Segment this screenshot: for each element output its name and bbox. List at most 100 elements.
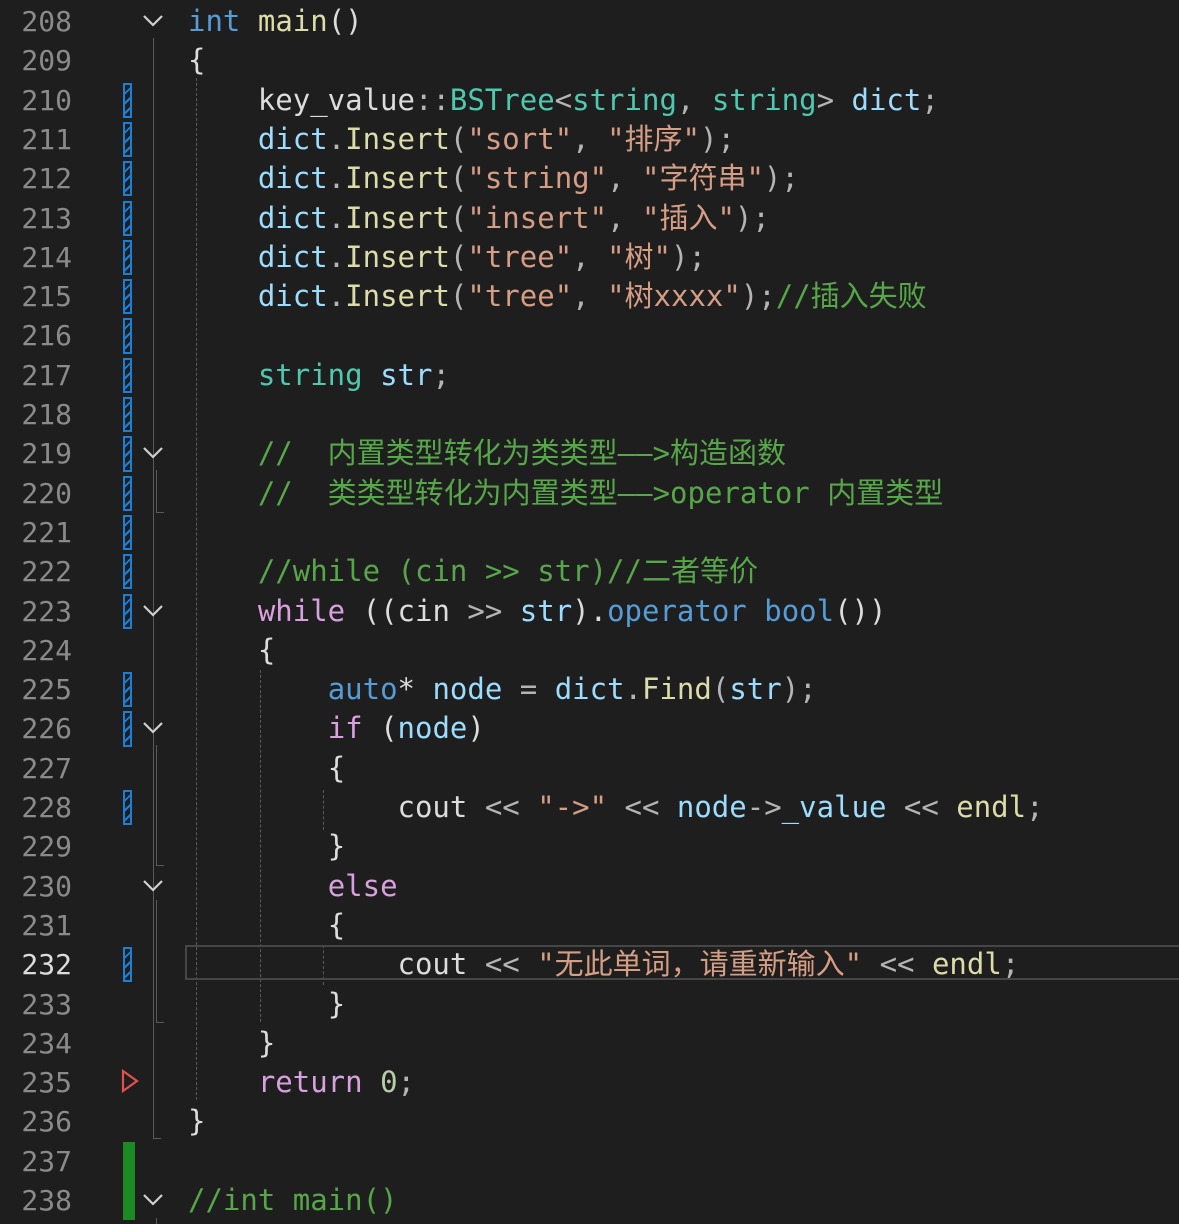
chevron-down-icon[interactable]	[140, 5, 166, 38]
code-line[interactable]: 235 return 0;	[0, 1063, 1179, 1102]
keyword-token: auto	[327, 672, 398, 707]
code-line[interactable]: 217 string str;	[0, 356, 1179, 395]
code-line[interactable]: 218	[0, 395, 1179, 434]
code-line[interactable]: 210 key_value::BSTree<string, string> di…	[0, 81, 1179, 120]
function-token: Insert	[345, 239, 450, 274]
added-marker	[123, 1141, 135, 1181]
code-line[interactable]: 212 dict.Insert("string", "字符串");	[0, 159, 1179, 198]
type-token: string	[711, 82, 817, 117]
code-line[interactable]: 215 dict.Insert("tree", "树xxxx");//插入失败	[0, 277, 1179, 316]
variable-token: str	[729, 672, 782, 707]
chevron-down-icon[interactable]	[140, 870, 166, 903]
code-line[interactable]: 231 {	[0, 906, 1179, 945]
added-marker	[123, 1181, 135, 1221]
punct-token: )	[467, 711, 485, 746]
variable-token: node	[432, 672, 503, 707]
code-line[interactable]: 216	[0, 316, 1179, 355]
code-text: dict.Insert("tree", "树xxxx");//插入失败	[188, 277, 927, 316]
variable-token: cout	[397, 947, 468, 982]
variable-token: node	[397, 711, 468, 746]
code-line-current[interactable]: 232 cout << "无此单词，请重新输入" << endl;	[0, 945, 1179, 984]
code-line[interactable]: 236 }	[0, 1102, 1179, 1141]
code-line[interactable]: 213 dict.Insert("insert", "插入");	[0, 199, 1179, 238]
type-token: string	[572, 82, 677, 117]
code-line[interactable]: 238 //int main()	[0, 1181, 1179, 1221]
code-text: dict.Insert("string", "字符串");	[188, 159, 799, 198]
change-marker	[123, 239, 132, 276]
code-line[interactable]: 224 {	[0, 631, 1179, 670]
code-line[interactable]: 226 if (node)	[0, 709, 1179, 748]
comment-token: //while (cin >> str)//二者等价	[257, 554, 758, 589]
brace-token: {	[327, 907, 346, 942]
code-line[interactable]: 209 {	[0, 41, 1179, 80]
code-line[interactable]: 208 int main()	[0, 2, 1179, 41]
function-token: main	[257, 4, 328, 38]
line-number: 217	[21, 358, 72, 392]
punct-token: (	[449, 279, 468, 314]
string-token: "->"	[537, 790, 608, 824]
line-number: 232	[21, 948, 72, 982]
control-keyword-token: if	[327, 711, 363, 746]
line-number: 236	[21, 1105, 72, 1139]
punct-token: );	[740, 279, 776, 314]
punct-token: );	[671, 239, 706, 274]
code-line[interactable]: 222 //while (cin >> str)//二者等价	[0, 552, 1179, 591]
punct-token: .	[327, 161, 346, 196]
code-line[interactable]: 228 cout << "->" << node->_value << endl…	[0, 788, 1179, 827]
variable-token: dict	[257, 239, 328, 274]
code-editor[interactable]: 208 int main() 209 { 210 key_value::BSTr…	[0, 0, 1179, 1224]
code-line[interactable]: 227 {	[0, 749, 1179, 788]
code-line[interactable]: 225 auto* node = dict.Find(str);	[0, 670, 1179, 709]
code-line[interactable]: 237	[0, 1141, 1179, 1181]
line-number: 214	[21, 240, 72, 274]
member-token: _value	[781, 790, 887, 824]
chevron-down-icon[interactable]	[140, 595, 166, 628]
string-token: "排序"	[607, 121, 700, 156]
string-token: "insert"	[467, 200, 608, 235]
variable-token: dict	[554, 672, 625, 707]
punct-token: );	[734, 200, 770, 235]
string-token: "tree"	[467, 239, 573, 274]
code-line[interactable]: 223 while ((cin >> str).operator bool())	[0, 592, 1179, 631]
punct-token: ;	[921, 82, 939, 117]
punct-token: ,	[676, 82, 712, 117]
punct-token: >	[816, 82, 852, 117]
code-line[interactable]: 220 // 类类型转化为内置类型——>operator 内置类型	[0, 474, 1179, 513]
variable-token: cin	[397, 593, 450, 628]
line-number: 227	[21, 751, 72, 785]
code-line[interactable]: 219 // 内置类型转化为类类型——>构造函数	[0, 434, 1179, 473]
chevron-down-icon[interactable]	[140, 1184, 166, 1217]
punct-token: );	[763, 161, 799, 196]
function-token: Find	[642, 672, 712, 707]
code-text: if (node)	[188, 709, 485, 748]
code-line[interactable]: 234 }	[0, 1024, 1179, 1063]
punct-token: ,	[572, 121, 608, 156]
code-text: {	[188, 41, 205, 80]
code-line[interactable]: 214 dict.Insert("tree", "树");	[0, 238, 1179, 277]
breakpoint-outline-icon[interactable]	[120, 1068, 140, 1096]
control-keyword-token: else	[327, 868, 398, 903]
code-text: // 内置类型转化为类类型——>构造函数	[188, 434, 786, 473]
change-marker	[123, 593, 132, 629]
code-line[interactable]: 229 }	[0, 827, 1179, 866]
line-number: 208	[21, 5, 72, 38]
punct-token: .	[624, 672, 642, 707]
chevron-down-icon[interactable]	[140, 712, 166, 745]
chevron-down-icon[interactable]	[140, 437, 166, 470]
punct-token: (	[711, 672, 730, 707]
code-text: auto* node = dict.Find(str);	[188, 670, 817, 709]
punct-token: .	[327, 239, 346, 274]
type-token: string	[257, 357, 363, 392]
code-line[interactable]: 211 dict.Insert("sort", "排序");	[0, 120, 1179, 159]
code-line[interactable]: 221	[0, 513, 1179, 552]
code-line[interactable]: 233 }	[0, 985, 1179, 1024]
brace-token: {	[257, 632, 276, 667]
punct-token: (	[449, 200, 468, 235]
string-token: "插入"	[642, 200, 735, 235]
punct-token: ())	[834, 593, 887, 628]
code-line[interactable]: 230 else	[0, 867, 1179, 906]
punct-token: ((	[345, 593, 398, 628]
punct-token: ;	[432, 357, 450, 392]
variable-token: cout	[397, 790, 468, 824]
